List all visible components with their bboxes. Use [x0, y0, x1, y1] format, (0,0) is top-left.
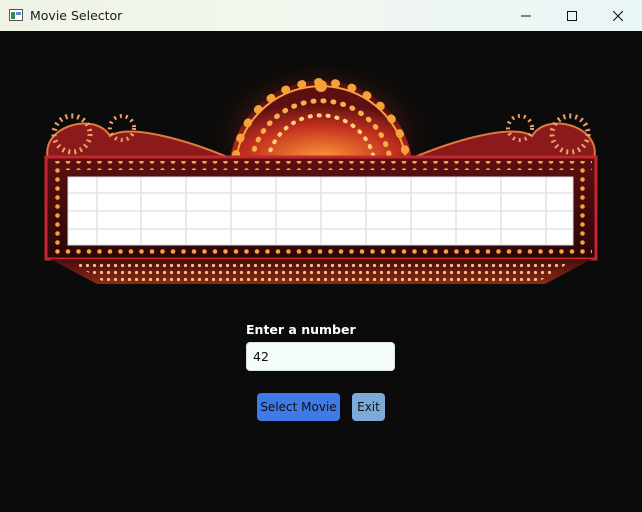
select-movie-button[interactable]: Select Movie [257, 393, 340, 421]
number-prompt-label: Enter a number [246, 322, 356, 337]
maximize-button[interactable] [549, 0, 595, 31]
minimize-button[interactable] [503, 0, 549, 31]
window-app-icon [9, 9, 23, 21]
client-area: Enter a number Select Movie Exit [0, 31, 642, 512]
window-title: Movie Selector [30, 8, 123, 23]
maximize-icon [567, 10, 577, 21]
close-icon [613, 10, 623, 21]
theater-marquee-sign [44, 56, 598, 284]
title-bar[interactable]: Movie Selector [0, 0, 642, 31]
minimize-icon [521, 15, 531, 16]
app-window: Movie Selector Enter a number 42 Select … [0, 0, 642, 512]
exit-button[interactable]: Exit [352, 393, 385, 421]
close-button[interactable] [595, 0, 641, 31]
number-input[interactable] [246, 342, 395, 371]
